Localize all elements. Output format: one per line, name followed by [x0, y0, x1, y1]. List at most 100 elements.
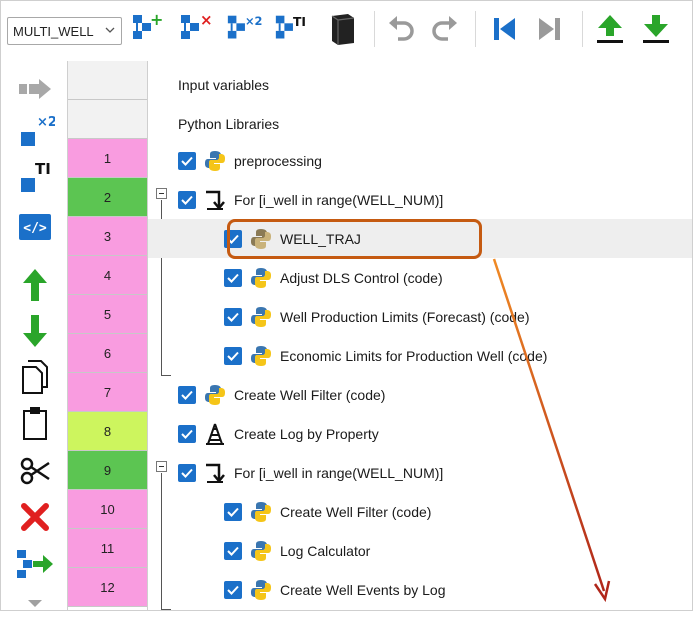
tree-item-label: Adjust DLS Control (code)	[280, 269, 443, 286]
tree-item-label: Create Well Filter (code)	[280, 503, 432, 520]
tree-item[interactable]: preprocessing	[148, 141, 692, 180]
svg-text:×2: ×2	[245, 14, 262, 28]
rename-step-side-button[interactable]: TI	[11, 159, 59, 195]
svg-text:×2: ×2	[37, 115, 55, 130]
python-icon	[204, 150, 226, 172]
row-number[interactable]: 10	[68, 490, 147, 529]
step-checkbox[interactable]	[224, 346, 242, 365]
step-actions-sidebar: ×2 TI </>	[1, 61, 67, 610]
step-checkbox[interactable]	[224, 307, 242, 326]
workflow-selector-dropdown[interactable]: MULTI_WELL	[7, 17, 122, 45]
tree-item-loop[interactable]: For [i_well in range(WELL_NUM)]	[148, 180, 692, 219]
row-number[interactable]: 5	[68, 295, 147, 334]
step-checkbox[interactable]	[178, 151, 196, 170]
step-checkbox[interactable]	[224, 502, 242, 521]
tree-item-label: Input variables	[178, 76, 270, 93]
checkmark-icon	[227, 351, 239, 361]
row-number[interactable]: 8	[68, 412, 147, 451]
tree-item-label: For [i_well in range(WELL_NUM)]	[234, 191, 444, 208]
add-step-button[interactable]: +	[129, 9, 167, 49]
paste-button[interactable]	[11, 405, 59, 441]
copy-button[interactable]	[11, 359, 59, 395]
step-in-button[interactable]	[11, 71, 59, 107]
move-up-side-button[interactable]	[11, 267, 59, 303]
copy-icon	[22, 360, 48, 394]
tree-item[interactable]: Create Log by Property	[148, 414, 692, 453]
chevron-down-icon	[105, 27, 115, 33]
step-checkbox[interactable]	[178, 385, 196, 404]
delete-step-button[interactable]: ×	[177, 9, 215, 49]
tree-item-label: preprocessing	[234, 152, 322, 169]
more-actions-button[interactable]	[11, 593, 59, 610]
move-to-button[interactable]	[11, 547, 59, 583]
rename-step-icon: TI	[275, 15, 306, 39]
move-up-button[interactable]	[591, 9, 629, 49]
duplicate-step-side-button[interactable]: ×2	[11, 113, 59, 149]
delete-side-button[interactable]	[11, 499, 59, 535]
svg-text:</>: </>	[23, 221, 47, 236]
checkmark-icon	[181, 429, 193, 439]
svg-text:TI: TI	[35, 160, 51, 178]
tree-item[interactable]: Create Well Events by Log	[148, 570, 692, 609]
last-step-icon	[539, 18, 560, 40]
move-down-side-button[interactable]	[11, 313, 59, 349]
tree-item[interactable]: Create Well Filter (code)	[148, 492, 692, 531]
workflow-tree: Input variables Python Libraries preproc…	[148, 61, 692, 610]
rename-step-button[interactable]: TI	[273, 9, 311, 49]
checkmark-icon	[227, 273, 239, 283]
row-number[interactable]: 11	[68, 529, 147, 568]
python-icon	[250, 501, 272, 523]
tree-branch-line	[161, 609, 171, 610]
tree-item-label: Create Well Filter (code)	[234, 386, 386, 403]
python-icon	[250, 540, 272, 562]
checkmark-icon	[181, 390, 193, 400]
arrow-right-icon	[19, 79, 51, 99]
row-number[interactable]: 9	[68, 451, 147, 490]
tree-item[interactable]: Adjust DLS Control (code)	[148, 258, 692, 297]
row-number[interactable]: 7	[68, 373, 147, 412]
library-button[interactable]	[324, 9, 362, 49]
tree-item-input-variables[interactable]: Input variables	[148, 65, 692, 104]
undo-button[interactable]	[383, 9, 421, 49]
tree-item[interactable]: Create Well Filter (code)	[148, 375, 692, 414]
library-book-icon	[331, 14, 355, 45]
tree-item-python-libraries[interactable]: Python Libraries	[148, 104, 692, 143]
add-step-icon: +	[133, 11, 163, 39]
row-number[interactable]: 3	[68, 217, 147, 256]
redo-button[interactable]	[425, 9, 463, 49]
step-checkbox[interactable]	[178, 424, 196, 443]
row-number[interactable]: 2	[68, 178, 147, 217]
row-number[interactable]: 6	[68, 334, 147, 373]
row-number[interactable]: 1	[68, 139, 147, 178]
move-down-icon	[643, 15, 669, 43]
tree-item[interactable]: Log Calculator	[148, 531, 692, 570]
loop-icon	[204, 189, 226, 211]
first-step-button[interactable]	[485, 9, 523, 49]
move-down-button[interactable]	[637, 9, 675, 49]
python-icon	[204, 384, 226, 406]
row-number[interactable]: 4	[68, 256, 147, 295]
tree-item[interactable]: Well Production Limits (Forecast) (code)	[148, 297, 692, 336]
step-checkbox[interactable]	[224, 541, 242, 560]
row-number-blank	[68, 100, 147, 139]
tree-item-loop[interactable]: For [i_well in range(WELL_NUM)]	[148, 453, 692, 492]
workflow-selector-value: MULTI_WELL	[13, 23, 94, 39]
step-checkbox[interactable]	[224, 580, 242, 599]
step-checkbox[interactable]	[224, 268, 242, 287]
cut-button[interactable]	[11, 453, 59, 489]
tree-item-label: For [i_well in range(WELL_NUM)]	[234, 464, 444, 481]
last-step-button[interactable]	[531, 9, 569, 49]
toolbar-separator	[475, 11, 476, 47]
python-icon	[250, 345, 272, 367]
step-checkbox[interactable]	[178, 463, 196, 482]
clipboard-icon	[23, 407, 47, 440]
checkmark-icon	[181, 195, 193, 205]
step-checkbox[interactable]	[178, 190, 196, 209]
code-step-button[interactable]: </>	[11, 209, 59, 245]
tree-item[interactable]: Economic Limits for Production Well (cod…	[148, 336, 692, 375]
close-icon	[21, 503, 49, 531]
duplicate-step-button[interactable]: ×2	[225, 9, 263, 49]
scissors-icon	[20, 457, 50, 485]
row-number[interactable]: 12	[68, 568, 147, 607]
checkmark-icon	[227, 507, 239, 517]
